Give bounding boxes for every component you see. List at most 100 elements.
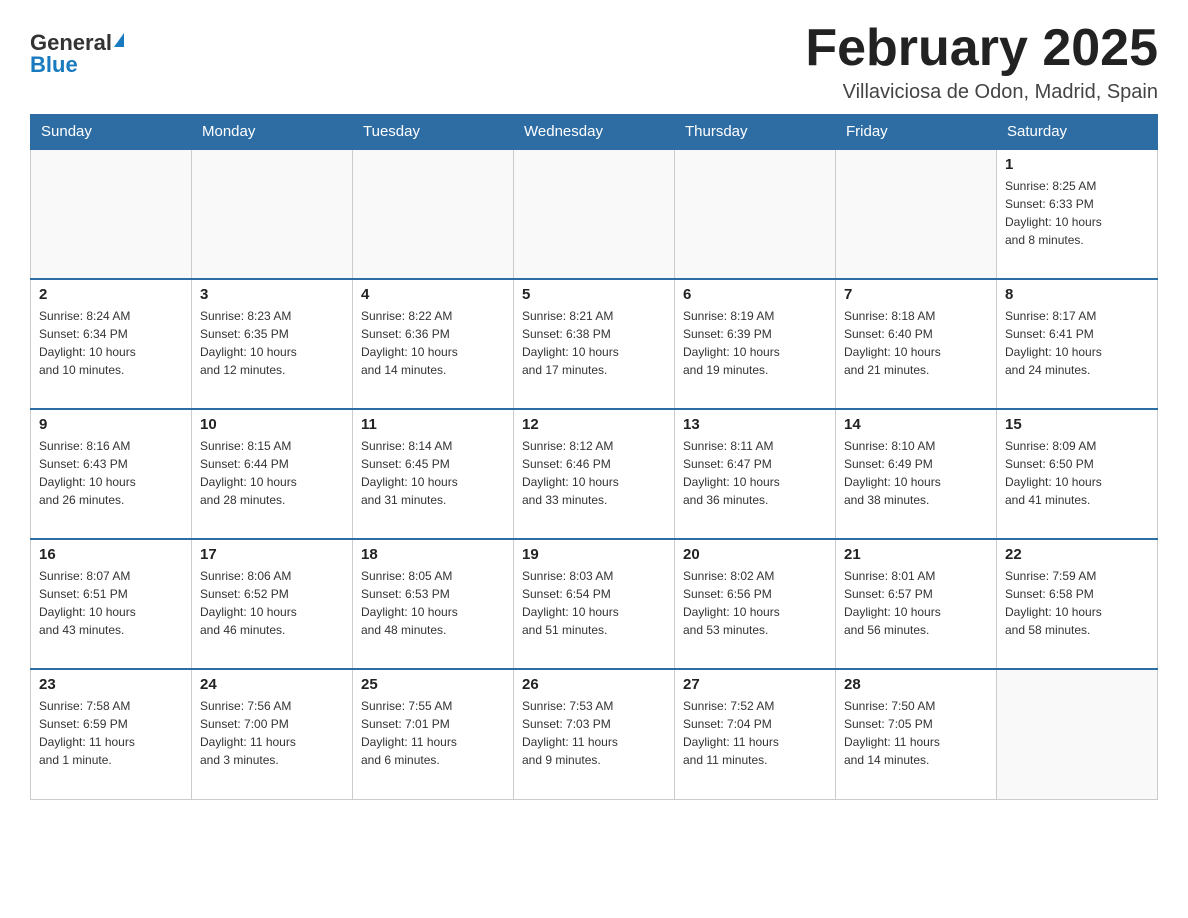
- calendar-cell: 20 Sunrise: 8:02 AM Sunset: 6:56 PM Dayli…: [675, 539, 836, 669]
- calendar-cell: [353, 149, 514, 279]
- calendar-cell: [836, 149, 997, 279]
- day-number: 23: [39, 676, 183, 693]
- calendar-cell: 24 Sunrise: 7:56 AM Sunset: 7:00 PM Dayli…: [192, 669, 353, 799]
- title-block: February 2025 Villaviciosa de Odon, Madr…: [805, 20, 1158, 104]
- location-subtitle: Villaviciosa de Odon, Madrid, Spain: [805, 81, 1158, 104]
- calendar-cell: [192, 149, 353, 279]
- day-number: 22: [1005, 546, 1149, 563]
- calendar-header-monday: Monday: [192, 115, 353, 150]
- day-number: 6: [683, 286, 827, 303]
- calendar-cell: [514, 149, 675, 279]
- calendar-cell: 15Sunrise: 8:09 AM Sunset: 6:50 PM Dayli…: [997, 409, 1158, 539]
- day-number: 21: [844, 546, 988, 563]
- page-header: General Blue February 2025 Villaviciosa …: [30, 20, 1158, 104]
- day-number: 11: [361, 416, 505, 433]
- calendar-cell: 23Sunrise: 7:58 AM Sunset: 6:59 PM Dayli…: [31, 669, 192, 799]
- calendar-cell: 14 Sunrise: 8:10 AM Sunset: 6:49 PM Dayli…: [836, 409, 997, 539]
- calendar-cell: 6 Sunrise: 8:19 AM Sunset: 6:39 PM Daylig…: [675, 279, 836, 409]
- calendar-cell: 10 Sunrise: 8:15 AM Sunset: 6:44 PM Dayli…: [192, 409, 353, 539]
- day-info: Sunrise: 8:12 AM Sunset: 6:46 PM Dayligh…: [522, 437, 666, 509]
- day-info: Sunrise: 8:05 AM Sunset: 6:53 PM Dayligh…: [361, 567, 505, 639]
- day-number: 7: [844, 286, 988, 303]
- calendar-header-wednesday: Wednesday: [514, 115, 675, 150]
- day-number: 2: [39, 286, 183, 303]
- day-number: 16: [39, 546, 183, 563]
- calendar-cell: 27 Sunrise: 7:52 AM Sunset: 7:04 PM Dayli…: [675, 669, 836, 799]
- day-number: 14: [844, 416, 988, 433]
- calendar-cell: 19 Sunrise: 8:03 AM Sunset: 6:54 PM Dayli…: [514, 539, 675, 669]
- calendar-week-row: 23Sunrise: 7:58 AM Sunset: 6:59 PM Dayli…: [31, 669, 1158, 799]
- calendar-header-sunday: Sunday: [31, 115, 192, 150]
- day-info: Sunrise: 8:16 AM Sunset: 6:43 PM Dayligh…: [39, 437, 183, 509]
- day-info: Sunrise: 8:15 AM Sunset: 6:44 PM Dayligh…: [200, 437, 344, 509]
- calendar-cell: [675, 149, 836, 279]
- calendar-cell: 1Sunrise: 8:25 AM Sunset: 6:33 PM Daylig…: [997, 149, 1158, 279]
- day-info: Sunrise: 8:02 AM Sunset: 6:56 PM Dayligh…: [683, 567, 827, 639]
- logo-triangle-icon: [114, 33, 124, 47]
- day-info: Sunrise: 8:18 AM Sunset: 6:40 PM Dayligh…: [844, 307, 988, 379]
- calendar-week-row: 16 Sunrise: 8:07 AM Sunset: 6:51 PM Dayli…: [31, 539, 1158, 669]
- calendar-cell: 9 Sunrise: 8:16 AM Sunset: 6:43 PM Daylig…: [31, 409, 192, 539]
- calendar-cell: [997, 669, 1158, 799]
- day-info: Sunrise: 8:06 AM Sunset: 6:52 PM Dayligh…: [200, 567, 344, 639]
- day-info: Sunrise: 8:14 AM Sunset: 6:45 PM Dayligh…: [361, 437, 505, 509]
- logo-blue-text: Blue: [30, 52, 78, 78]
- day-info: Sunrise: 8:03 AM Sunset: 6:54 PM Dayligh…: [522, 567, 666, 639]
- day-number: 20: [683, 546, 827, 563]
- day-info: Sunrise: 8:01 AM Sunset: 6:57 PM Dayligh…: [844, 567, 988, 639]
- day-number: 17: [200, 546, 344, 563]
- day-info: Sunrise: 7:59 AM Sunset: 6:58 PM Dayligh…: [1005, 567, 1149, 639]
- day-info: Sunrise: 8:10 AM Sunset: 6:49 PM Dayligh…: [844, 437, 988, 509]
- day-info: Sunrise: 8:21 AM Sunset: 6:38 PM Dayligh…: [522, 307, 666, 379]
- day-number: 18: [361, 546, 505, 563]
- calendar-cell: 28 Sunrise: 7:50 AM Sunset: 7:05 PM Dayli…: [836, 669, 997, 799]
- calendar-cell: 17 Sunrise: 8:06 AM Sunset: 6:52 PM Dayli…: [192, 539, 353, 669]
- day-info: Sunrise: 7:53 AM Sunset: 7:03 PM Dayligh…: [522, 697, 666, 769]
- calendar-cell: 3 Sunrise: 8:23 AM Sunset: 6:35 PM Daylig…: [192, 279, 353, 409]
- calendar-cell: 22 Sunrise: 7:59 AM Sunset: 6:58 PM Dayli…: [997, 539, 1158, 669]
- day-info: Sunrise: 7:50 AM Sunset: 7:05 PM Dayligh…: [844, 697, 988, 769]
- calendar-cell: 21 Sunrise: 8:01 AM Sunset: 6:57 PM Dayli…: [836, 539, 997, 669]
- day-info: Sunrise: 8:19 AM Sunset: 6:39 PM Dayligh…: [683, 307, 827, 379]
- day-number: 4: [361, 286, 505, 303]
- day-number: 25: [361, 676, 505, 693]
- calendar-header-row: SundayMondayTuesdayWednesdayThursdayFrid…: [31, 115, 1158, 150]
- day-number: 8: [1005, 286, 1149, 303]
- calendar-cell: 25 Sunrise: 7:55 AM Sunset: 7:01 PM Dayli…: [353, 669, 514, 799]
- calendar-cell: 5 Sunrise: 8:21 AM Sunset: 6:38 PM Daylig…: [514, 279, 675, 409]
- day-info: Sunrise: 7:56 AM Sunset: 7:00 PM Dayligh…: [200, 697, 344, 769]
- day-info: Sunrise: 7:52 AM Sunset: 7:04 PM Dayligh…: [683, 697, 827, 769]
- calendar-table: SundayMondayTuesdayWednesdayThursdayFrid…: [30, 114, 1158, 800]
- day-number: 5: [522, 286, 666, 303]
- day-number: 27: [683, 676, 827, 693]
- day-info: Sunrise: 8:11 AM Sunset: 6:47 PM Dayligh…: [683, 437, 827, 509]
- calendar-cell: 7 Sunrise: 8:18 AM Sunset: 6:40 PM Daylig…: [836, 279, 997, 409]
- calendar-cell: 4 Sunrise: 8:22 AM Sunset: 6:36 PM Daylig…: [353, 279, 514, 409]
- day-info: Sunrise: 7:55 AM Sunset: 7:01 PM Dayligh…: [361, 697, 505, 769]
- day-number: 10: [200, 416, 344, 433]
- day-number: 28: [844, 676, 988, 693]
- day-number: 12: [522, 416, 666, 433]
- day-info: Sunrise: 8:23 AM Sunset: 6:35 PM Dayligh…: [200, 307, 344, 379]
- day-info: Sunrise: 8:22 AM Sunset: 6:36 PM Dayligh…: [361, 307, 505, 379]
- day-number: 1: [1005, 156, 1149, 173]
- day-info: Sunrise: 8:09 AM Sunset: 6:50 PM Dayligh…: [1005, 437, 1149, 509]
- day-number: 13: [683, 416, 827, 433]
- logo: General Blue: [30, 20, 124, 78]
- calendar-cell: 26 Sunrise: 7:53 AM Sunset: 7:03 PM Dayli…: [514, 669, 675, 799]
- calendar-cell: 12 Sunrise: 8:12 AM Sunset: 6:46 PM Dayli…: [514, 409, 675, 539]
- calendar-cell: 16 Sunrise: 8:07 AM Sunset: 6:51 PM Dayli…: [31, 539, 192, 669]
- calendar-week-row: 1Sunrise: 8:25 AM Sunset: 6:33 PM Daylig…: [31, 149, 1158, 279]
- day-number: 3: [200, 286, 344, 303]
- calendar-cell: [31, 149, 192, 279]
- calendar-header-saturday: Saturday: [997, 115, 1158, 150]
- calendar-header-thursday: Thursday: [675, 115, 836, 150]
- day-info: Sunrise: 8:07 AM Sunset: 6:51 PM Dayligh…: [39, 567, 183, 639]
- calendar-week-row: 9 Sunrise: 8:16 AM Sunset: 6:43 PM Daylig…: [31, 409, 1158, 539]
- day-number: 26: [522, 676, 666, 693]
- day-number: 9: [39, 416, 183, 433]
- day-number: 24: [200, 676, 344, 693]
- calendar-week-row: 2Sunrise: 8:24 AM Sunset: 6:34 PM Daylig…: [31, 279, 1158, 409]
- calendar-cell: 18 Sunrise: 8:05 AM Sunset: 6:53 PM Dayli…: [353, 539, 514, 669]
- day-number: 19: [522, 546, 666, 563]
